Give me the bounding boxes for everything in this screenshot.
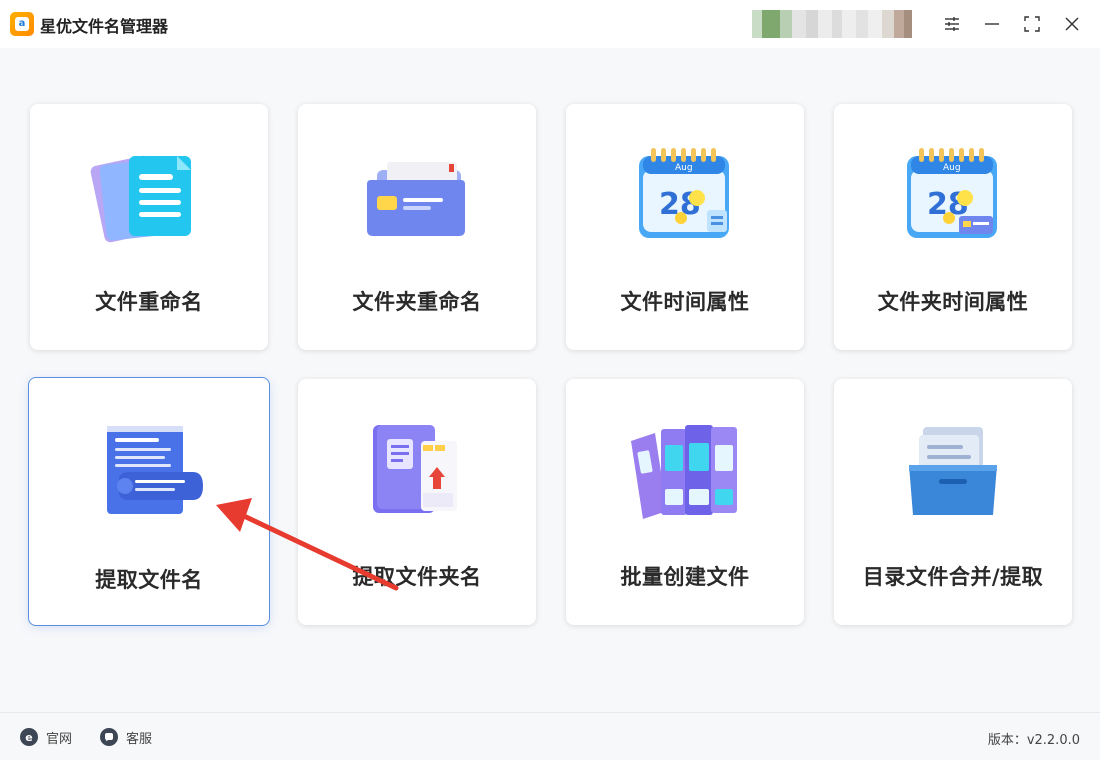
version-label: 版本：v2.2.0.0	[987, 733, 1080, 748]
card-extract-filename[interactable]: 提取文件名	[28, 377, 270, 626]
footer: e 官网 客服 版本：v2.2.0.0	[0, 712, 1100, 760]
calendar-folder-icon: Aug 28	[893, 140, 1013, 250]
calendar-icon: Aug 28	[625, 140, 745, 250]
card-label: 文件重命名	[95, 290, 203, 314]
close-icon[interactable]	[1060, 12, 1084, 36]
book-folder-icon	[357, 415, 477, 525]
card-label: 提取文件名	[95, 568, 203, 592]
card-batch-create[interactable]: 批量创建文件	[566, 379, 804, 625]
settings-icon[interactable]	[940, 12, 964, 36]
minimize-icon[interactable]	[980, 12, 1004, 36]
card-label: 文件时间属性	[620, 290, 750, 314]
folder-icon	[357, 140, 477, 250]
binders-icon	[625, 415, 745, 525]
card-extract-foldername[interactable]: 提取文件夹名	[298, 379, 536, 625]
browser-icon: e	[20, 728, 38, 746]
support-link[interactable]: 客服	[100, 727, 152, 747]
title-bar: a 星优文件名管理器	[0, 0, 1100, 48]
documents-icon	[89, 140, 209, 250]
card-folder-rename[interactable]: 文件夹重命名	[298, 104, 536, 350]
card-label: 文件夹时间属性	[877, 290, 1029, 314]
svg-text:Aug: Aug	[943, 163, 961, 173]
card-label: 批量创建文件	[620, 565, 750, 589]
card-directory-merge[interactable]: 目录文件合并/提取	[834, 379, 1072, 625]
card-folder-time[interactable]: Aug 28 文件夹时间属性	[834, 104, 1072, 350]
app-logo-icon: a	[10, 12, 34, 36]
card-label: 文件夹重命名	[352, 290, 482, 314]
card-file-time[interactable]: Aug 28 文件时间属性	[566, 104, 804, 350]
chat-icon	[100, 728, 118, 746]
file-drawer-icon	[893, 415, 1013, 525]
card-label: 提取文件夹名	[352, 565, 482, 589]
card-label: 目录文件合并/提取	[862, 565, 1044, 589]
scroll-list-icon	[89, 416, 209, 526]
website-link[interactable]: e 官网	[20, 727, 72, 747]
user-avatar-blurred[interactable]	[752, 10, 922, 38]
card-file-rename[interactable]: 文件重命名	[30, 104, 268, 350]
maximize-icon[interactable]	[1020, 12, 1044, 36]
app-title: 星优文件名管理器	[40, 17, 169, 36]
svg-text:Aug: Aug	[675, 163, 693, 173]
